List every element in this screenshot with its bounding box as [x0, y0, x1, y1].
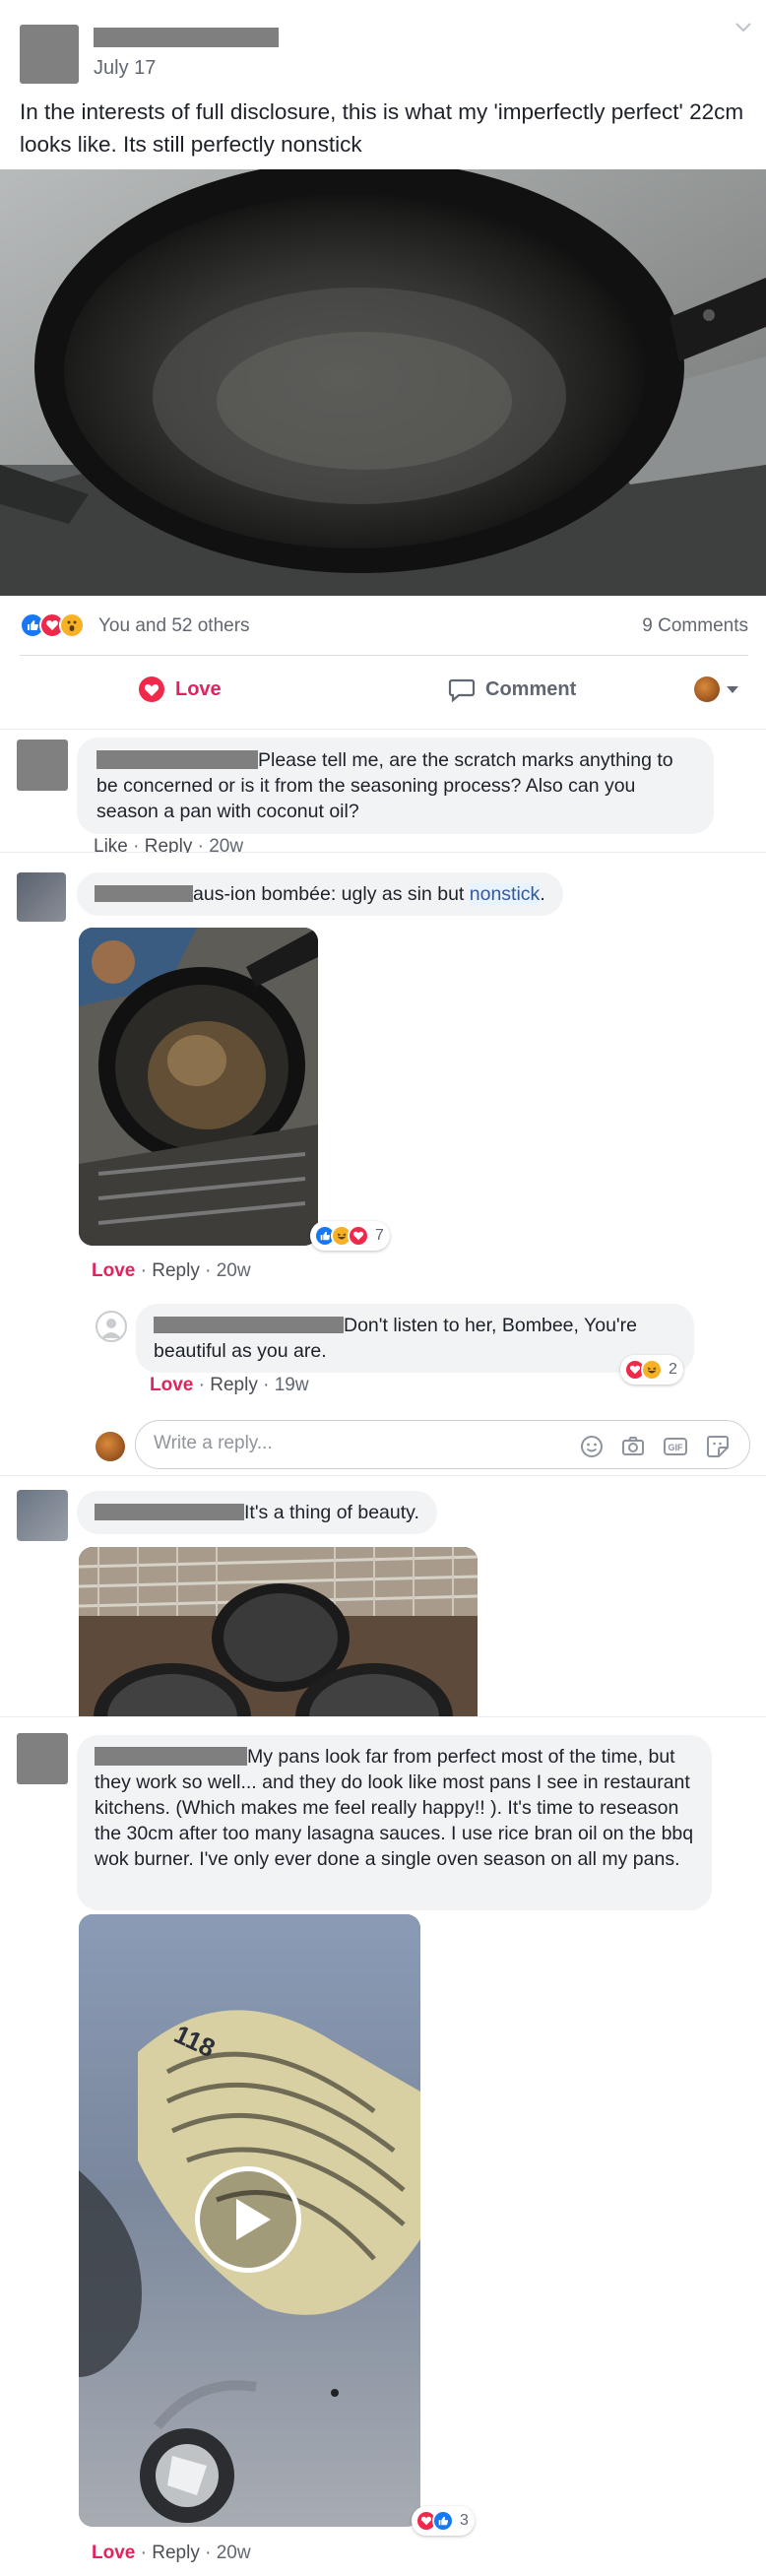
love-button[interactable]: Love — [138, 670, 222, 709]
comment-text-end: . — [540, 883, 545, 905]
comment-bubble: It's a thing of beauty. — [77, 1491, 437, 1534]
divider — [20, 655, 748, 656]
love-label: Love — [175, 677, 222, 700]
camera-icon[interactable] — [620, 1434, 646, 1459]
comment-text: aus-ion bombée: ugly as sin but — [193, 883, 470, 905]
reply-avatar[interactable] — [96, 1311, 127, 1342]
comment-time[interactable]: 20w — [217, 2543, 251, 2563]
reaction-count: 7 — [375, 1227, 384, 1244]
reply-link[interactable]: Reply — [152, 1260, 200, 1281]
comment-photo[interactable] — [79, 1547, 478, 1717]
comment-card: It's a thing of beauty. — [0, 1475, 766, 1717]
love-icon — [348, 1225, 369, 1247]
love-link[interactable]: Love — [92, 2543, 135, 2563]
wow-icon — [59, 612, 85, 638]
commenter-avatar[interactable] — [17, 740, 68, 791]
love-link[interactable]: Love — [92, 1260, 135, 1281]
chevron-down-icon[interactable] — [734, 18, 753, 37]
haha-icon — [641, 1359, 663, 1381]
comment-time[interactable]: 20w — [217, 1260, 251, 1281]
commenter-name-redacted[interactable] — [96, 750, 258, 769]
comment-card: My pans look far from perfect most of th… — [0, 1716, 766, 2576]
commenter-avatar[interactable] — [17, 1733, 68, 1784]
chevron-down-icon — [727, 686, 738, 693]
author-name-redacted[interactable] — [94, 28, 279, 47]
comment-button[interactable]: Comment — [448, 670, 576, 709]
commenter-name-redacted[interactable] — [95, 885, 193, 902]
user-avatar — [694, 676, 720, 702]
reply-time[interactable]: 19w — [275, 1375, 309, 1395]
commenter-name-redacted[interactable] — [95, 1747, 247, 1766]
post-photo[interactable] — [0, 169, 766, 596]
svg-text:GIF: GIF — [669, 1443, 684, 1452]
author-avatar[interactable] — [20, 25, 79, 84]
reply-link[interactable]: Reply — [210, 1375, 258, 1395]
comment-bubble: aus-ion bombée: ugly as sin but nonstick… — [77, 872, 563, 916]
reaction-count[interactable]: You and 52 others — [98, 615, 250, 637]
comment-bubble: My pans look far from perfect most of th… — [77, 1735, 712, 1910]
user-avatar — [96, 1432, 125, 1461]
reply-reactions[interactable]: 2 — [620, 1355, 683, 1385]
love-link[interactable]: Love — [150, 1375, 193, 1395]
comment-bubble: Please tell me, are the scratch marks an… — [77, 738, 714, 834]
emoji-icon[interactable] — [579, 1434, 605, 1459]
gif-icon[interactable]: GIF — [663, 1434, 688, 1459]
commenter-avatar[interactable] — [17, 1490, 68, 1541]
reply-meta: Love · Reply · 19w — [150, 1375, 309, 1395]
reaction-audience-selector[interactable] — [694, 676, 743, 704]
love-icon — [139, 676, 164, 702]
comment-video[interactable]: 118 — [79, 1914, 420, 2527]
reply-input[interactable] — [154, 1433, 547, 1454]
comment-meta: Love · Reply · 20w — [92, 1260, 251, 1281]
comment-text: It's a thing of beauty. — [244, 1502, 419, 1523]
comment-label: Comment — [485, 677, 577, 700]
reactions-summary[interactable]: You and 52 others 9 Comments — [20, 611, 748, 646]
comment-count[interactable]: 9 Comments — [642, 615, 748, 637]
hashtag-link[interactable]: nonstick — [469, 883, 541, 905]
reply-input-box[interactable]: GIF — [135, 1420, 750, 1469]
comment-photo[interactable] — [79, 928, 318, 1246]
like-icon — [432, 2510, 454, 2532]
commenter-name-redacted[interactable] — [95, 1504, 244, 1520]
post-card: July 17 In the interests of full disclos… — [0, 0, 766, 741]
reply-link[interactable]: Reply — [152, 2543, 200, 2563]
reply-name-redacted[interactable] — [154, 1317, 344, 1333]
comment-reactions[interactable]: 3 — [412, 2506, 475, 2536]
comment-reactions[interactable]: 7 — [310, 1221, 390, 1251]
reaction-count: 3 — [460, 2512, 469, 2529]
comment-meta: Love · Reply · 20w — [92, 2543, 251, 2563]
commenter-avatar[interactable] — [17, 872, 66, 922]
post-text: In the interests of full disclosure, thi… — [20, 99, 744, 157]
reaction-count: 2 — [669, 1361, 677, 1378]
sticker-icon[interactable] — [705, 1434, 731, 1459]
post-date[interactable]: July 17 — [94, 57, 156, 80]
comment-card: Please tell me, are the scratch marks an… — [0, 729, 766, 857]
play-icon[interactable] — [195, 2166, 301, 2273]
reply-bubble: Don't listen to her, Bombee, You're beau… — [136, 1304, 694, 1373]
comment-card: aus-ion bombée: ugly as sin but nonstick… — [0, 853, 766, 1475]
comment-icon — [448, 678, 476, 703]
